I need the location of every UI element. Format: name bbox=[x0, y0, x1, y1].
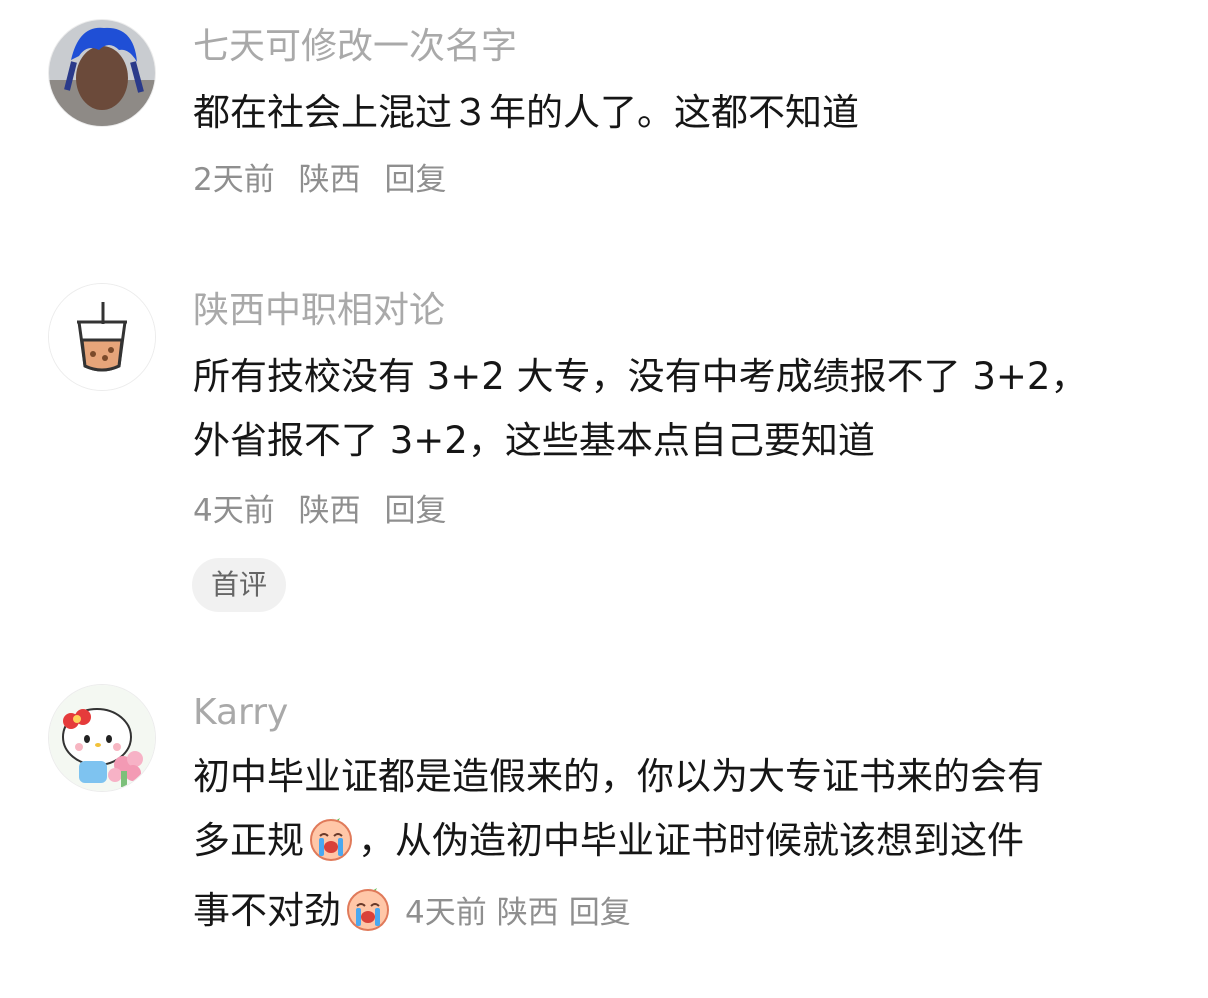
reply-button[interactable]: 回复 bbox=[569, 895, 631, 931]
first-comment-badge: 首评 bbox=[192, 558, 287, 612]
location: 陕西 bbox=[298, 162, 361, 198]
comment-text-line: 多正规 ，从伪造初中毕业证书时候就该想到这件 bbox=[193, 809, 1173, 872]
comment-meta: 4天前 陕西 回复 bbox=[193, 491, 460, 531]
comment-text-line: 外省报不了 3+2，这些基本点自己要知道 bbox=[193, 419, 875, 462]
username[interactable]: Karry bbox=[193, 690, 288, 736]
avatar[interactable] bbox=[48, 19, 156, 127]
comment-meta: 4天前 陕西 回复 bbox=[395, 895, 631, 931]
comment-meta: 2天前 陕西 回复 bbox=[193, 160, 460, 200]
location: 陕西 bbox=[298, 493, 361, 529]
crying-emoji-icon bbox=[310, 816, 352, 861]
timestamp: 2天前 bbox=[193, 162, 275, 198]
avatar[interactable] bbox=[48, 283, 156, 391]
comment-text-segment: 事不对劲 bbox=[193, 889, 341, 932]
comment-text-line: 事不对劲 4天前 陕西 回复 bbox=[193, 879, 1173, 945]
hello-kitty-avatar-icon bbox=[49, 685, 155, 791]
reply-button[interactable]: 回复 bbox=[384, 162, 446, 198]
reply-button[interactable]: 回复 bbox=[384, 493, 446, 529]
avatar[interactable] bbox=[48, 684, 156, 792]
comment-text-segment: 多正规 bbox=[193, 819, 304, 862]
bubble-tea-icon bbox=[49, 284, 155, 390]
comment-text: 都在社会上混过３年的人了。这都不知道 bbox=[193, 91, 859, 134]
comment-text-segment: ，从伪造初中毕业证书时候就该想到这件 bbox=[358, 819, 1024, 862]
crying-emoji-icon bbox=[347, 886, 389, 931]
username[interactable]: 七天可修改一次名字 bbox=[193, 24, 517, 70]
comment-text-line: 初中毕业证都是造假来的，你以为大专证书来的会有 bbox=[193, 755, 1044, 798]
comment-text-line: 所有技校没有 3+2 大专，没有中考成绩报不了 3+2， bbox=[193, 355, 1088, 398]
username[interactable]: 陕西中职相对论 bbox=[193, 288, 445, 334]
location: 陕西 bbox=[496, 895, 559, 931]
timestamp: 4天前 bbox=[193, 493, 275, 529]
timestamp: 4天前 bbox=[405, 895, 487, 931]
user-avatar-icon bbox=[49, 20, 155, 126]
